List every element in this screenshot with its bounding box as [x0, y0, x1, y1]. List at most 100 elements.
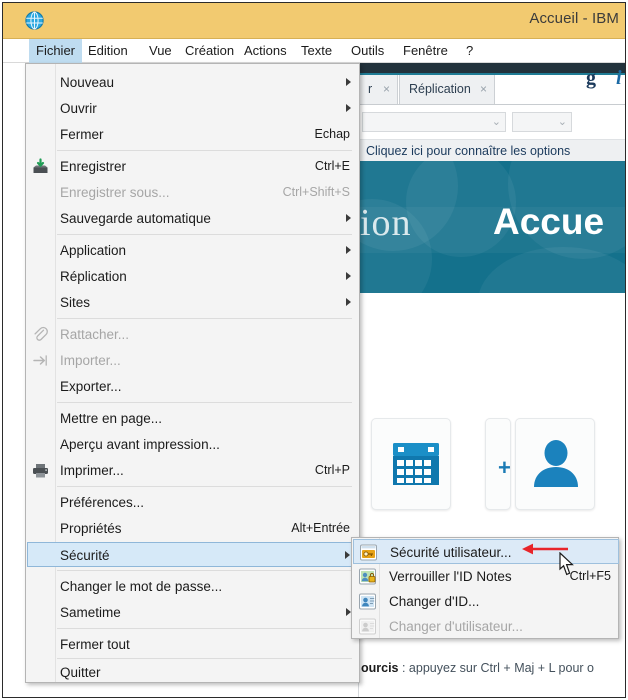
menu-item-shortcut: Ctrl+E [314, 159, 350, 173]
workspace-tab-replication[interactable]: Réplication × [399, 75, 495, 104]
menu-item-shortcut: Echap [314, 127, 350, 141]
menu-item-fermer[interactable]: Fermer Echap [27, 122, 360, 147]
submenu-item-label: Changer d'ID... [389, 594, 480, 609]
menu-item-importer: Importer... [27, 348, 360, 373]
menu-item-label: Importer... [60, 353, 121, 368]
menu-item-sites[interactable]: Sites [27, 290, 360, 315]
printer-icon [33, 464, 48, 478]
menu-item-shortcut: Ctrl+P [314, 463, 350, 477]
menu-separator [57, 318, 352, 319]
menu-item-application[interactable]: Application [27, 238, 360, 263]
menu-separator [57, 234, 352, 235]
banner-title: Accue [493, 201, 605, 242]
import-arrow-icon [33, 355, 47, 366]
chevron-down-icon: ⌄ [491, 116, 501, 128]
user-security-key-icon [360, 544, 377, 561]
menubar-item-help[interactable]: ? [459, 39, 480, 63]
submenu-item-securite-utilisateur[interactable]: Sécurité utilisateur... [353, 539, 619, 564]
formatting-toolbar: ⌄ ⌄ [358, 105, 625, 139]
close-icon[interactable]: × [383, 75, 390, 104]
menu-item-label: Mettre en page... [60, 411, 163, 426]
menu-item-mettre-en-page[interactable]: Mettre en page... [27, 406, 360, 431]
mouse-cursor [559, 552, 574, 576]
menu-item-apercu-impression[interactable]: Aperçu avant impression... [27, 432, 360, 457]
menubar-item-creation[interactable]: Création [178, 39, 241, 63]
menu-separator [57, 402, 352, 403]
submenu-arrow-icon [346, 298, 351, 306]
menu-item-label: Aperçu avant impression... [60, 437, 220, 452]
menu-separator [57, 658, 352, 659]
menubar-item-texte[interactable]: Texte [294, 39, 339, 63]
menu-item-label: Sauvegarde automatique [60, 211, 211, 226]
bold-button[interactable]: g [586, 67, 596, 90]
chevron-down-icon: ⌄ [557, 116, 567, 128]
shortcut-hint-bold: ourcis [361, 661, 399, 675]
menu-item-label: Ouvrir [60, 101, 97, 116]
menubar-item-fichier[interactable]: Fichier [29, 39, 83, 63]
menubar-item-edition[interactable]: Edition [81, 39, 135, 63]
menu-item-label: Enregistrer sous... [60, 185, 170, 200]
menu-item-preferences[interactable]: Préférences... [27, 490, 360, 515]
submenu-arrow-icon [346, 104, 351, 112]
menu-item-label: Réplication [60, 269, 127, 284]
submenu-item-changer-utilisateur: Changer d'utilisateur... [353, 614, 619, 639]
menu-item-replication[interactable]: Réplication [27, 264, 360, 289]
font-family-select[interactable]: ⌄ [362, 112, 506, 132]
menubar-item-outils[interactable]: Outils [344, 39, 391, 63]
menu-item-proprietes[interactable]: Propriétés Alt+Entrée [27, 516, 360, 541]
menu-item-fermer-tout[interactable]: Fermer tout [27, 632, 360, 657]
italic-button[interactable]: i [616, 67, 622, 90]
home-tile-calendar[interactable] [371, 418, 451, 510]
menu-item-ouvrir[interactable]: Ouvrir [27, 96, 360, 121]
menu-item-nouveau[interactable]: Nouveau [27, 70, 360, 95]
menu-item-label: Exporter... [60, 379, 122, 394]
workspace-tab[interactable]: r × [358, 75, 398, 104]
close-icon[interactable]: × [480, 75, 487, 104]
workspace-tab-label: r [368, 82, 373, 96]
menu-item-shortcut: Ctrl+Shift+S [282, 185, 350, 199]
menubar-item-vue[interactable]: Vue [142, 39, 179, 63]
menu-item-label: Application [60, 243, 127, 258]
menu-item-changer-mot-de-passe[interactable]: Changer le mot de passe... [27, 574, 360, 599]
submenu-arrow-icon [346, 78, 351, 86]
submenu-item-label: Sécurité utilisateur... [390, 545, 512, 560]
menu-item-sametime[interactable]: Sametime [27, 600, 360, 625]
menu-item-imprimer[interactable]: Imprimer... Ctrl+P [27, 458, 360, 483]
menu-item-label: Sametime [60, 605, 121, 620]
menu-item-label: Rattacher... [60, 327, 130, 342]
security-submenu: Sécurité utilisateur... Verrouiller l'ID… [351, 537, 619, 639]
menubar-item-fenetre[interactable]: Fenêtre [396, 39, 455, 63]
menu-item-shortcut: Alt+Entrée [291, 521, 350, 535]
submenu-item-verrouiller-id-notes[interactable]: Verrouiller l'ID Notes Ctrl+F5 [353, 564, 619, 589]
window-title: Accueil - IBM [529, 10, 619, 27]
submenu-arrow-icon [346, 246, 351, 254]
home-banner: ion Accue [358, 161, 625, 293]
submenu-item-changer-id[interactable]: Changer d'ID... [353, 589, 619, 614]
menu-item-label: Enregistrer [60, 159, 127, 174]
file-menu-dropdown: Nouveau Ouvrir Fermer Echap Enregistrer … [25, 63, 360, 683]
submenu-arrow-icon [345, 551, 350, 559]
menubar-item-actions[interactable]: Actions [237, 39, 294, 63]
menu-item-quitter[interactable]: Quitter [27, 660, 360, 685]
font-size-select[interactable]: ⌄ [512, 112, 572, 132]
submenu-item-shortcut: Ctrl+F5 [569, 569, 611, 583]
menu-item-label: Propriétés [60, 521, 122, 536]
menu-item-securite[interactable]: Sécurité [27, 542, 360, 567]
switch-user-icon [359, 618, 376, 635]
menu-item-enregistrer[interactable]: Enregistrer Ctrl+E [27, 154, 360, 179]
menu-item-exporter[interactable]: Exporter... [27, 374, 360, 399]
menu-separator [57, 486, 352, 487]
menu-item-label: Préférences... [60, 495, 145, 510]
lock-id-icon [359, 568, 376, 585]
shortcut-hint: ourcis : appuyez sur Ctrl + Maj + L pour… [361, 661, 594, 675]
menu-item-label: Imprimer... [60, 463, 124, 478]
menu-item-label: Nouveau [60, 75, 115, 90]
submenu-item-label: Changer d'utilisateur... [389, 619, 523, 634]
menu-item-sauvegarde-automatique[interactable]: Sauvegarde automatique [27, 206, 360, 231]
home-tile-contacts[interactable] [515, 418, 595, 510]
banner-blob [478, 247, 625, 293]
submenu-arrow-icon [346, 214, 351, 222]
menu-separator [57, 150, 352, 151]
options-info-bar[interactable]: Cliquez ici pour connaître les options [358, 139, 625, 161]
menu-item-rattacher: Rattacher... [27, 322, 360, 347]
